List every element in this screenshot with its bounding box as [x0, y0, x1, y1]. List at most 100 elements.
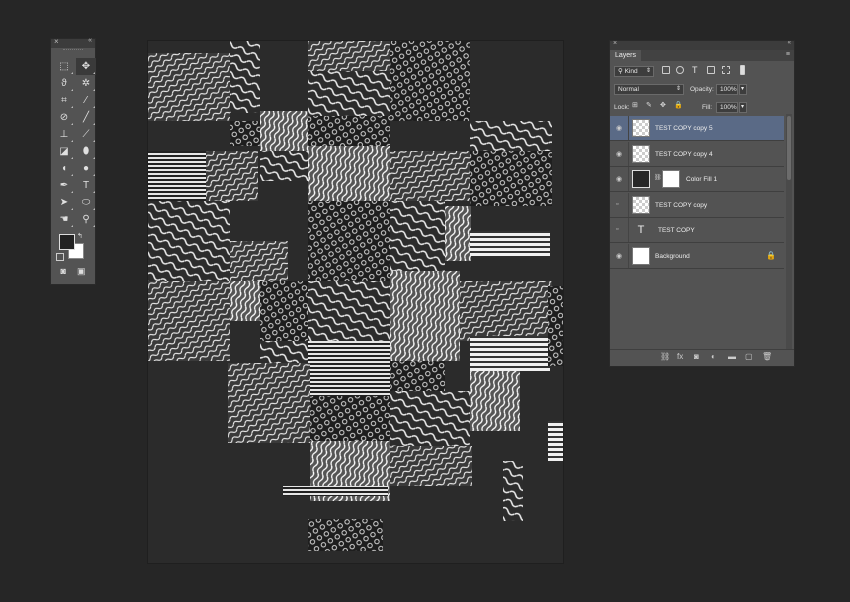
clone-stamp-icon[interactable]: ⊥ — [54, 126, 74, 143]
rectangular-marquee-icon[interactable]: ⬚ — [54, 58, 74, 75]
fill-dropdown[interactable]: ▾ — [739, 102, 747, 113]
layer-thumbnail[interactable] — [632, 170, 650, 188]
eye-icon[interactable]: ◉ — [616, 150, 624, 158]
artwork-tile — [548, 421, 563, 461]
layers-scrollbar[interactable] — [786, 114, 792, 349]
eyedropper-icon[interactable]: ⁄ — [76, 92, 96, 109]
trash-icon[interactable]: 🗑 — [762, 352, 772, 361]
layer-row[interactable]: ◉ ⛓ Color Fill 1 — [610, 167, 784, 192]
layer-name[interactable]: TEST COPY — [658, 227, 695, 234]
layer-name[interactable]: TEST COPY copy — [655, 202, 707, 209]
dodge-icon[interactable]: ● — [76, 160, 96, 177]
pixel-filter-icon[interactable] — [662, 66, 670, 74]
mask-icon[interactable]: ◙ — [694, 352, 699, 361]
link-icon[interactable]: ⛓ — [660, 352, 670, 361]
document-canvas[interactable] — [148, 41, 563, 563]
collapse-icon[interactable]: « — [88, 37, 92, 44]
path-selection-icon[interactable]: ➤ — [54, 194, 74, 211]
magic-wand-icon[interactable]: ✲ — [76, 75, 96, 92]
artwork-tile — [148, 53, 230, 121]
zoom-icon[interactable]: ⚲ — [76, 211, 96, 228]
lock-position-icon[interactable]: ✥ — [660, 101, 666, 109]
eye-icon[interactable]: ◉ — [616, 252, 624, 260]
eye-icon[interactable]: ◉ — [616, 124, 624, 132]
default-colors-icon[interactable] — [56, 253, 64, 261]
blur-icon[interactable]: ◖ — [54, 160, 74, 177]
glitch-artwork — [148, 41, 563, 551]
layer-row[interactable]: ◉ TEST COPY copy 5 — [610, 116, 784, 141]
link-icon[interactable]: ⛓ — [654, 174, 662, 181]
opacity-dropdown[interactable]: ▾ — [739, 84, 747, 95]
tools-panel-titlebar: × « — [51, 37, 95, 48]
history-brush-icon[interactable]: ⟋ — [76, 126, 96, 143]
opacity-label: Opacity: — [690, 86, 714, 93]
eye-icon[interactable]: ◉ — [616, 175, 624, 183]
artwork-tile — [390, 41, 470, 121]
artwork-tile — [308, 116, 390, 146]
crop-icon[interactable]: ⌗ — [54, 92, 74, 109]
layer-row[interactable]: ▫ TEST COPY copy — [610, 192, 784, 218]
fx-icon[interactable]: fx — [677, 352, 683, 361]
close-icon[interactable]: × — [54, 37, 59, 46]
fill-input[interactable]: 100% — [716, 102, 738, 113]
layer-name[interactable]: Background — [655, 253, 690, 260]
lock-icon[interactable]: 🔒 — [766, 251, 776, 260]
layer-mask-thumbnail[interactable] — [662, 170, 680, 188]
quick-mask-icon[interactable]: ◙ — [61, 266, 66, 277]
layers-tab-bar: Layers ≡ — [610, 50, 794, 61]
pen-icon[interactable]: ✒ — [54, 177, 74, 194]
layer-row[interactable]: ◉ Background 🔒 — [610, 243, 784, 269]
visibility-off-icon[interactable]: ▫ — [616, 201, 624, 208]
shape-filter-icon[interactable] — [707, 66, 715, 74]
hand-icon[interactable]: ☚ — [54, 211, 74, 228]
smart-object-filter-icon[interactable] — [722, 66, 730, 74]
layer-row[interactable]: ▫ T TEST COPY — [610, 218, 784, 243]
type-layer-icon[interactable]: T — [632, 221, 650, 239]
filter-kind-select[interactable]: ⚲ Kind ⇕ — [614, 66, 654, 77]
swap-colors-icon[interactable]: ↰ — [77, 232, 83, 240]
layer-thumbnail[interactable] — [632, 144, 650, 163]
artwork-tile — [230, 241, 288, 281]
adjustment-icon[interactable]: ◐ — [711, 352, 716, 361]
group-folder-icon[interactable]: ▬ — [728, 352, 736, 361]
lock-image-icon[interactable]: ✎ — [646, 101, 652, 109]
filter-toggle-icon[interactable] — [740, 65, 745, 75]
eraser-icon[interactable]: ◪ — [54, 143, 74, 160]
paint-bucket-icon[interactable]: ⬮ — [76, 143, 96, 160]
foreground-color-swatch[interactable] — [59, 234, 75, 250]
collapse-icon[interactable]: « — [788, 40, 791, 46]
layer-thumbnail[interactable] — [632, 119, 650, 137]
lasso-icon[interactable]: ϑ — [54, 75, 74, 92]
artwork-tile — [308, 519, 383, 551]
lock-transparent-icon[interactable]: ⊞ — [632, 101, 638, 109]
artwork-tile — [470, 371, 520, 431]
move-icon[interactable]: ✥ — [76, 58, 96, 75]
blend-mode-select[interactable]: Normal ⇕ — [614, 84, 684, 95]
spot-healing-icon[interactable]: ⊘ — [54, 109, 74, 126]
artwork-tile — [148, 151, 206, 201]
type-icon[interactable]: T — [76, 177, 96, 194]
layer-row[interactable]: ◉ TEST COPY copy 4 — [610, 141, 784, 167]
artwork-tile — [283, 486, 388, 496]
opacity-input[interactable]: 100% — [716, 84, 738, 95]
layers-footer: ⛓ fx ◙ ◐ ▬ ▢ 🗑 — [610, 349, 794, 366]
lock-all-icon[interactable]: 🔒 — [674, 101, 683, 109]
layer-name[interactable]: Color Fill 1 — [686, 176, 717, 183]
fill-label: Fill: — [702, 104, 713, 111]
new-layer-icon[interactable]: ▢ — [745, 352, 753, 361]
panel-grip[interactable] — [63, 49, 83, 55]
adjustment-filter-icon[interactable] — [676, 66, 684, 74]
layer-thumbnail[interactable] — [632, 195, 650, 214]
layer-thumbnail[interactable] — [632, 246, 650, 265]
tab-layers[interactable]: Layers — [610, 50, 642, 61]
scrollbar-thumb[interactable] — [787, 116, 791, 180]
layer-name[interactable]: TEST COPY copy 4 — [655, 151, 713, 158]
close-icon[interactable]: × — [613, 40, 617, 47]
ellipse-icon[interactable]: ⬭ — [76, 194, 96, 211]
brush-icon[interactable]: ╱ — [76, 109, 96, 126]
layer-name[interactable]: TEST COPY copy 5 — [655, 125, 713, 132]
screen-mode-icon[interactable]: ▣ — [77, 266, 86, 277]
type-filter-icon[interactable]: T — [692, 65, 698, 75]
visibility-off-icon[interactable]: ▫ — [616, 226, 624, 233]
panel-menu-icon[interactable]: ≡ — [786, 51, 790, 58]
